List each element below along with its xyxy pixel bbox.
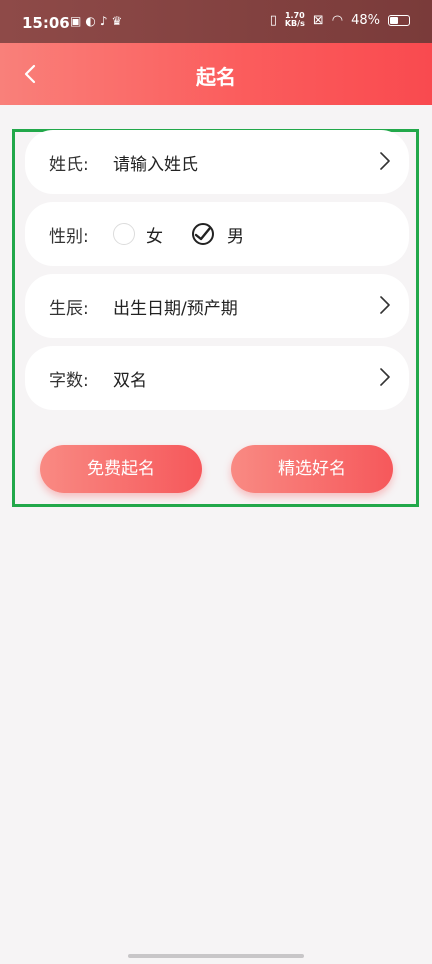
name-length-value[interactable]: 双名 [113,366,147,391]
name-length-row[interactable]: 字数: 双名 [25,346,409,410]
surname-row[interactable]: 姓氏: 请输入姓氏 [25,130,409,194]
home-indicator[interactable] [128,954,304,958]
tiktok-icon: ♪ [99,14,112,28]
female-radio[interactable] [113,223,135,245]
female-option-label[interactable]: 女 [146,222,163,247]
naming-form: 姓氏: 请输入姓氏 性别: 女 男 生辰: 出生日期/预产期 字数: 双名 免费… [12,129,419,507]
notification-icons: ▣◐♪♛ [70,14,126,28]
status-right: ▯ 1.70 KB/s ⊠ ◠ 48% [270,12,410,28]
status-bar: 15:06 ▣◐♪♛ ▯ 1.70 KB/s ⊠ ◠ 48% [0,0,432,43]
crown-icon: ♛ [111,14,127,28]
chevron-right-icon [380,368,390,386]
gender-label: 性别: [49,227,89,247]
chevron-right-icon [380,152,390,170]
vibrate-icon: ▯ [269,12,277,28]
male-option-label[interactable]: 男 [227,222,244,247]
wifi-icon: ◠ [331,12,344,28]
chevron-right-icon [380,296,390,314]
battery-fill [390,16,398,24]
name-length-label: 字数: [49,371,89,391]
surname-label: 姓氏: [49,155,89,175]
page-title: 起名 [196,65,236,89]
sim-icon: ⊠ [312,12,324,28]
network-speed: 1.70 KB/s [285,12,305,28]
network-speed-unit: KB/s [284,19,305,28]
app-icon: ◐ [85,14,100,28]
birth-row[interactable]: 生辰: 出生日期/预产期 [25,274,409,338]
status-time: 15:06 [22,14,70,32]
battery-percent: 48% [351,12,380,28]
free-naming-button[interactable]: 免费起名 [40,445,202,493]
surname-input[interactable]: 请输入姓氏 [113,150,198,175]
gender-row: 性别: 女 男 [25,202,409,266]
store-icon: ▣ [70,14,86,28]
premium-names-button[interactable]: 精选好名 [231,445,393,493]
birth-input[interactable]: 出生日期/预产期 [113,294,238,319]
birth-label: 生辰: [49,299,89,319]
battery-icon [388,14,410,26]
app-header: 起名 [0,43,432,105]
male-radio-checked-icon[interactable] [191,222,215,246]
